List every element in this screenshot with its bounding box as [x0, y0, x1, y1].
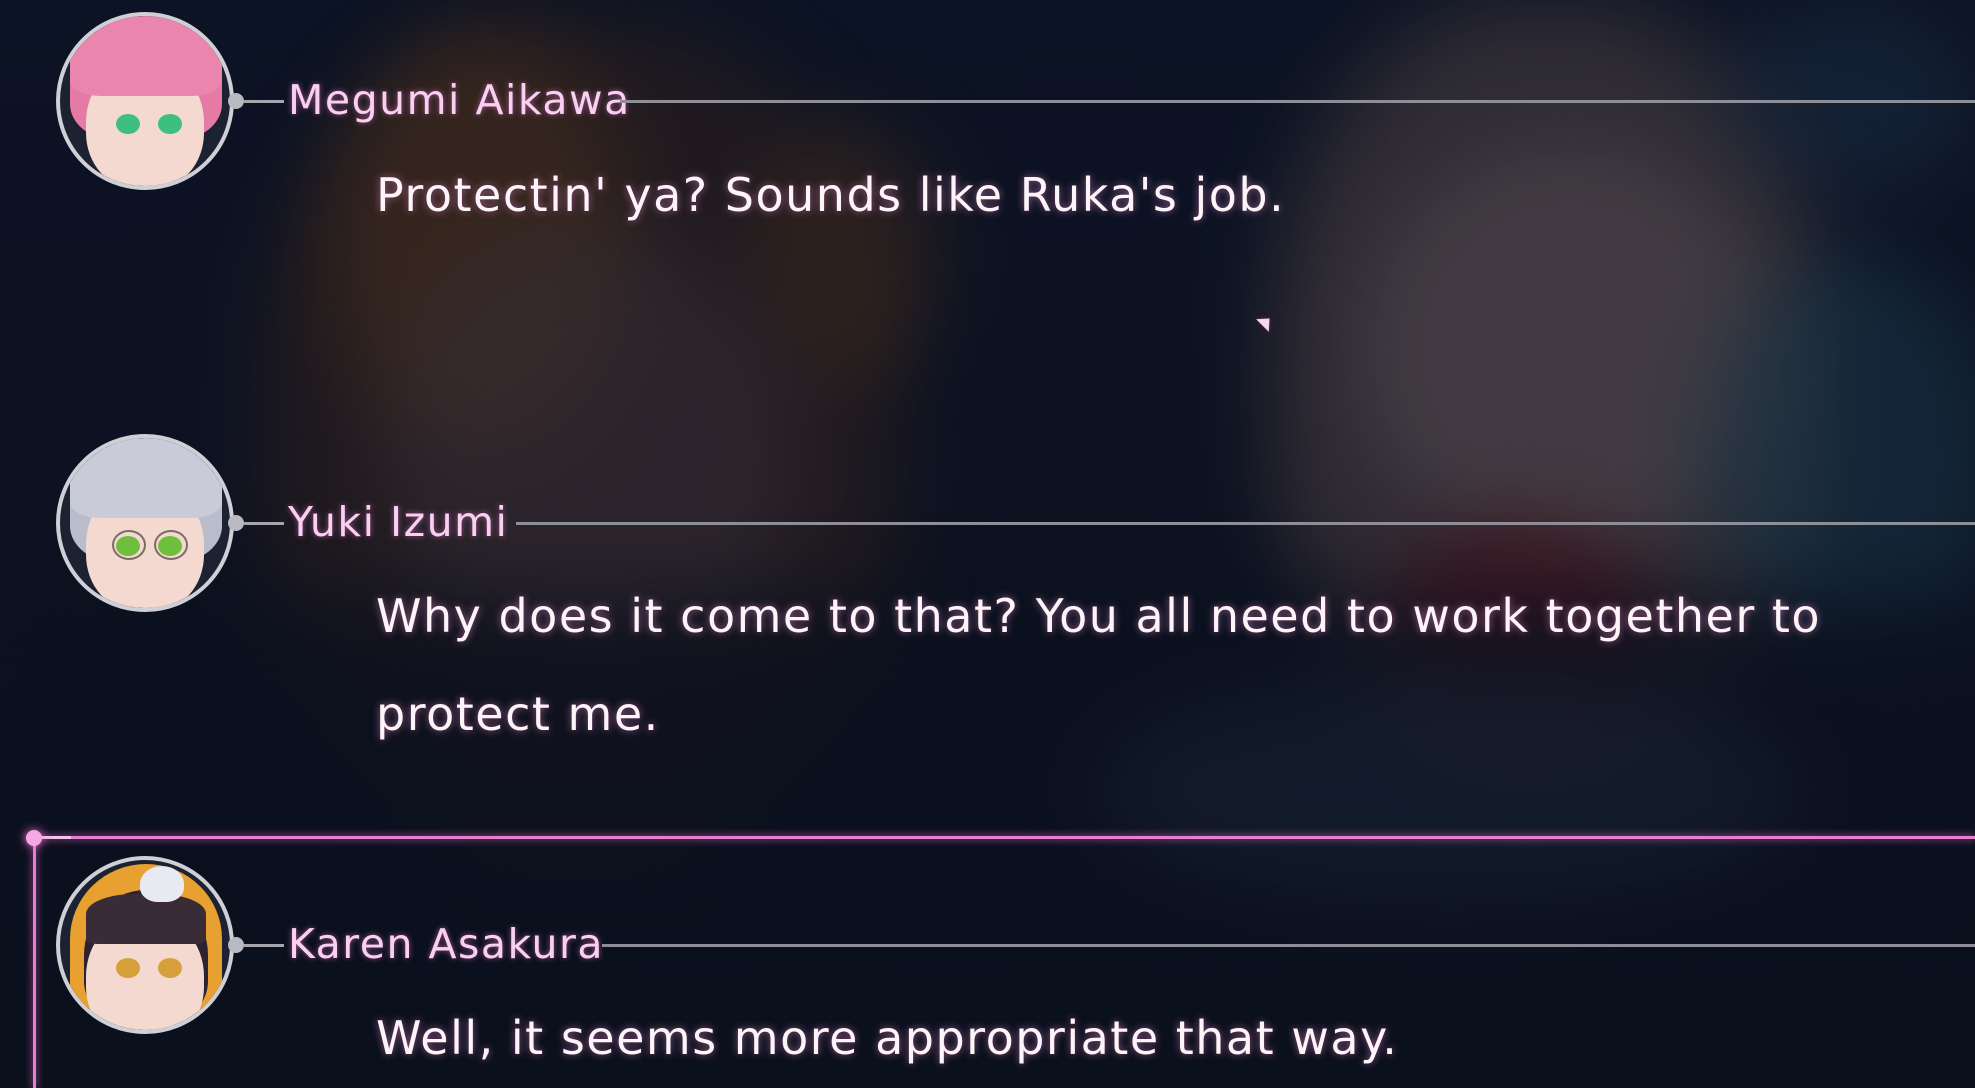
backlog-screen: Megumi Aikawa Protectin' ya? Sounds like… [0, 0, 1975, 1088]
megumi-portrait-icon[interactable] [56, 12, 234, 190]
connector-dot [228, 515, 244, 531]
current-line-dot [26, 830, 42, 846]
dialogue-text: Why does it come to that? You all need t… [376, 589, 1822, 741]
connector-dot [228, 93, 244, 109]
separator-line [516, 522, 1975, 525]
speaker-name: Karen Asakura [288, 920, 604, 968]
connector-line [244, 100, 284, 103]
connector-line [244, 944, 284, 947]
dialogue-text: Protectin' ya? Sounds like Ruka's job. [376, 168, 1286, 222]
separator-line [620, 100, 1975, 103]
karen-portrait-icon[interactable] [56, 856, 234, 1034]
dialogue-text: Well, it seems more appropriate that way… [376, 1011, 1399, 1065]
mascot-icon [140, 866, 184, 902]
current-line-marker [26, 836, 1975, 839]
separator-line [602, 944, 1975, 947]
current-line-bracket [33, 836, 36, 1088]
yuki-portrait-icon[interactable] [56, 434, 234, 612]
connector-line [244, 522, 284, 525]
speaker-name: Megumi Aikawa [288, 76, 631, 124]
connector-dot [228, 937, 244, 953]
speaker-name: Yuki Izumi [288, 498, 509, 546]
